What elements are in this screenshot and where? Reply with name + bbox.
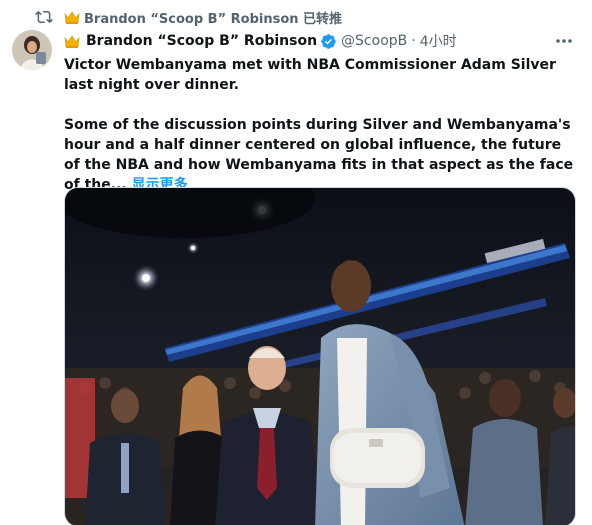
author-handle[interactable]: @ScoopB bbox=[341, 33, 407, 49]
more-horizontal-icon[interactable] bbox=[554, 32, 574, 50]
avatar[interactable] bbox=[12, 30, 52, 70]
tweet-header: Brandon “Scoop B” Robinson @ScoopB · 4小时 bbox=[64, 31, 457, 51]
tweet-photo[interactable] bbox=[64, 187, 576, 525]
verified-badge-icon[interactable] bbox=[320, 33, 337, 50]
retweeted-by-link[interactable]: Brandon “Scoop B” Robinson 已转推 bbox=[64, 8, 342, 27]
timestamp[interactable]: 4小时 bbox=[420, 31, 457, 51]
crown-icon bbox=[64, 34, 80, 48]
tweet-text: Victor Wembanyama met with NBA Commissio… bbox=[64, 55, 574, 195]
author-display-name[interactable]: Brandon “Scoop B” Robinson bbox=[86, 33, 317, 49]
retweet-context: Brandon “Scoop B” Robinson 已转推 bbox=[0, 6, 592, 28]
tweet-paragraph-1: Victor Wembanyama met with NBA Commissio… bbox=[64, 57, 556, 93]
crown-icon bbox=[64, 10, 80, 25]
retweet-label: Brandon “Scoop B” Robinson 已转推 bbox=[84, 12, 343, 27]
separator-dot: · bbox=[411, 33, 416, 49]
retweet-icon bbox=[34, 8, 54, 26]
